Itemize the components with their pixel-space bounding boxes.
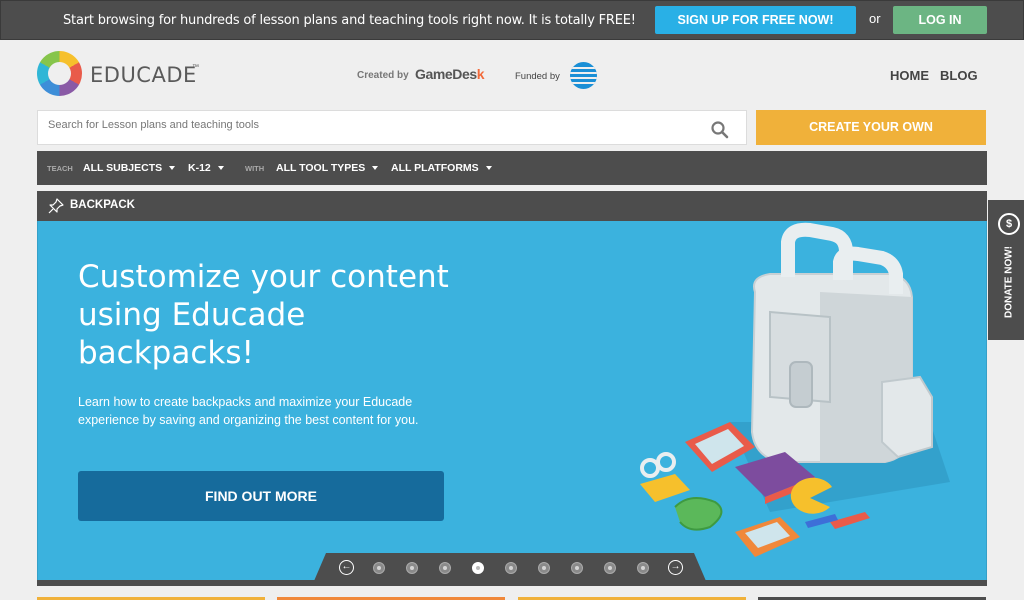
created-by-label: Created by: [357, 70, 409, 81]
logo-trademark: ™: [192, 64, 199, 71]
chevron-down-icon: [485, 166, 492, 171]
arrow-right-icon[interactable]: →: [668, 560, 683, 575]
hero-body: Learn how to create backpacks and maximi…: [78, 395, 419, 427]
pager-dot-9[interactable]: [637, 562, 649, 574]
gamedesk-logo-k: k: [476, 66, 485, 82]
platforms-dropdown[interactable]: ALL PLATFORMS: [391, 162, 492, 174]
pager-dot-1[interactable]: [373, 562, 385, 574]
grades-dropdown-label: K-12: [188, 162, 211, 174]
promo-message: Start browsing for hundreds of lesson pl…: [63, 13, 636, 28]
pager-dot-3[interactable]: [439, 562, 451, 574]
pin-icon: [48, 198, 64, 214]
subjects-dropdown[interactable]: ALL SUBJECTS: [83, 162, 176, 174]
pager-dot-7[interactable]: [571, 562, 583, 574]
login-button[interactable]: LOG IN: [893, 6, 987, 34]
gamedesk-logo-text: GameDes: [415, 66, 477, 82]
hero-heading: Customize your content using Educade bac…: [78, 259, 449, 371]
create-your-own-button[interactable]: CREATE YOUR OWN: [756, 110, 986, 145]
tool-types-dropdown[interactable]: ALL TOOL TYPES: [276, 162, 379, 174]
chevron-down-icon: [217, 166, 224, 171]
att-logo-icon[interactable]: [570, 62, 597, 89]
backpack-illustration: [640, 222, 950, 557]
chevron-down-icon: [169, 166, 176, 171]
backpack-header: [37, 191, 987, 221]
nav-home-link[interactable]: HOME: [890, 68, 929, 83]
teach-label: TEACH: [47, 164, 73, 173]
nav-blog-link[interactable]: BLOG: [940, 68, 978, 83]
tool-types-dropdown-label: ALL TOOL TYPES: [276, 162, 366, 174]
pager-dot-4[interactable]: [472, 562, 484, 574]
search-icon[interactable]: [710, 120, 730, 140]
slide-pager: ← →: [314, 553, 706, 581]
backpack-title: BACKPACK: [70, 199, 135, 211]
with-label: WITH: [245, 164, 265, 173]
search-box: [37, 110, 747, 145]
platforms-dropdown-label: ALL PLATFORMS: [391, 162, 479, 174]
gamedesk-logo[interactable]: GameDesk: [415, 66, 485, 82]
dollar-icon[interactable]: $: [998, 213, 1020, 235]
filter-bar: TEACH ALL SUBJECTS K-12 WITH ALL TOOL TY…: [37, 151, 987, 185]
donate-label[interactable]: DONATE NOW!: [1004, 246, 1015, 318]
subjects-dropdown-label: ALL SUBJECTS: [83, 162, 163, 174]
pager-dot-2[interactable]: [406, 562, 418, 574]
educade-logo-icon[interactable]: [37, 51, 82, 96]
pager-dot-5[interactable]: [505, 562, 517, 574]
grades-dropdown[interactable]: K-12: [188, 162, 224, 174]
search-input[interactable]: [48, 119, 688, 131]
chevron-down-icon: [372, 166, 379, 171]
pager-dot-8[interactable]: [604, 562, 616, 574]
pager-dot-6[interactable]: [538, 562, 550, 574]
or-label: or: [869, 11, 881, 26]
funded-by-label: Funded by: [515, 71, 560, 82]
signup-button[interactable]: SIGN UP FOR FREE NOW!: [655, 6, 856, 34]
find-out-more-button[interactable]: FIND OUT MORE: [78, 471, 444, 521]
arrow-left-icon[interactable]: ←: [339, 560, 354, 575]
logo-text[interactable]: EDUCADE: [90, 63, 197, 87]
